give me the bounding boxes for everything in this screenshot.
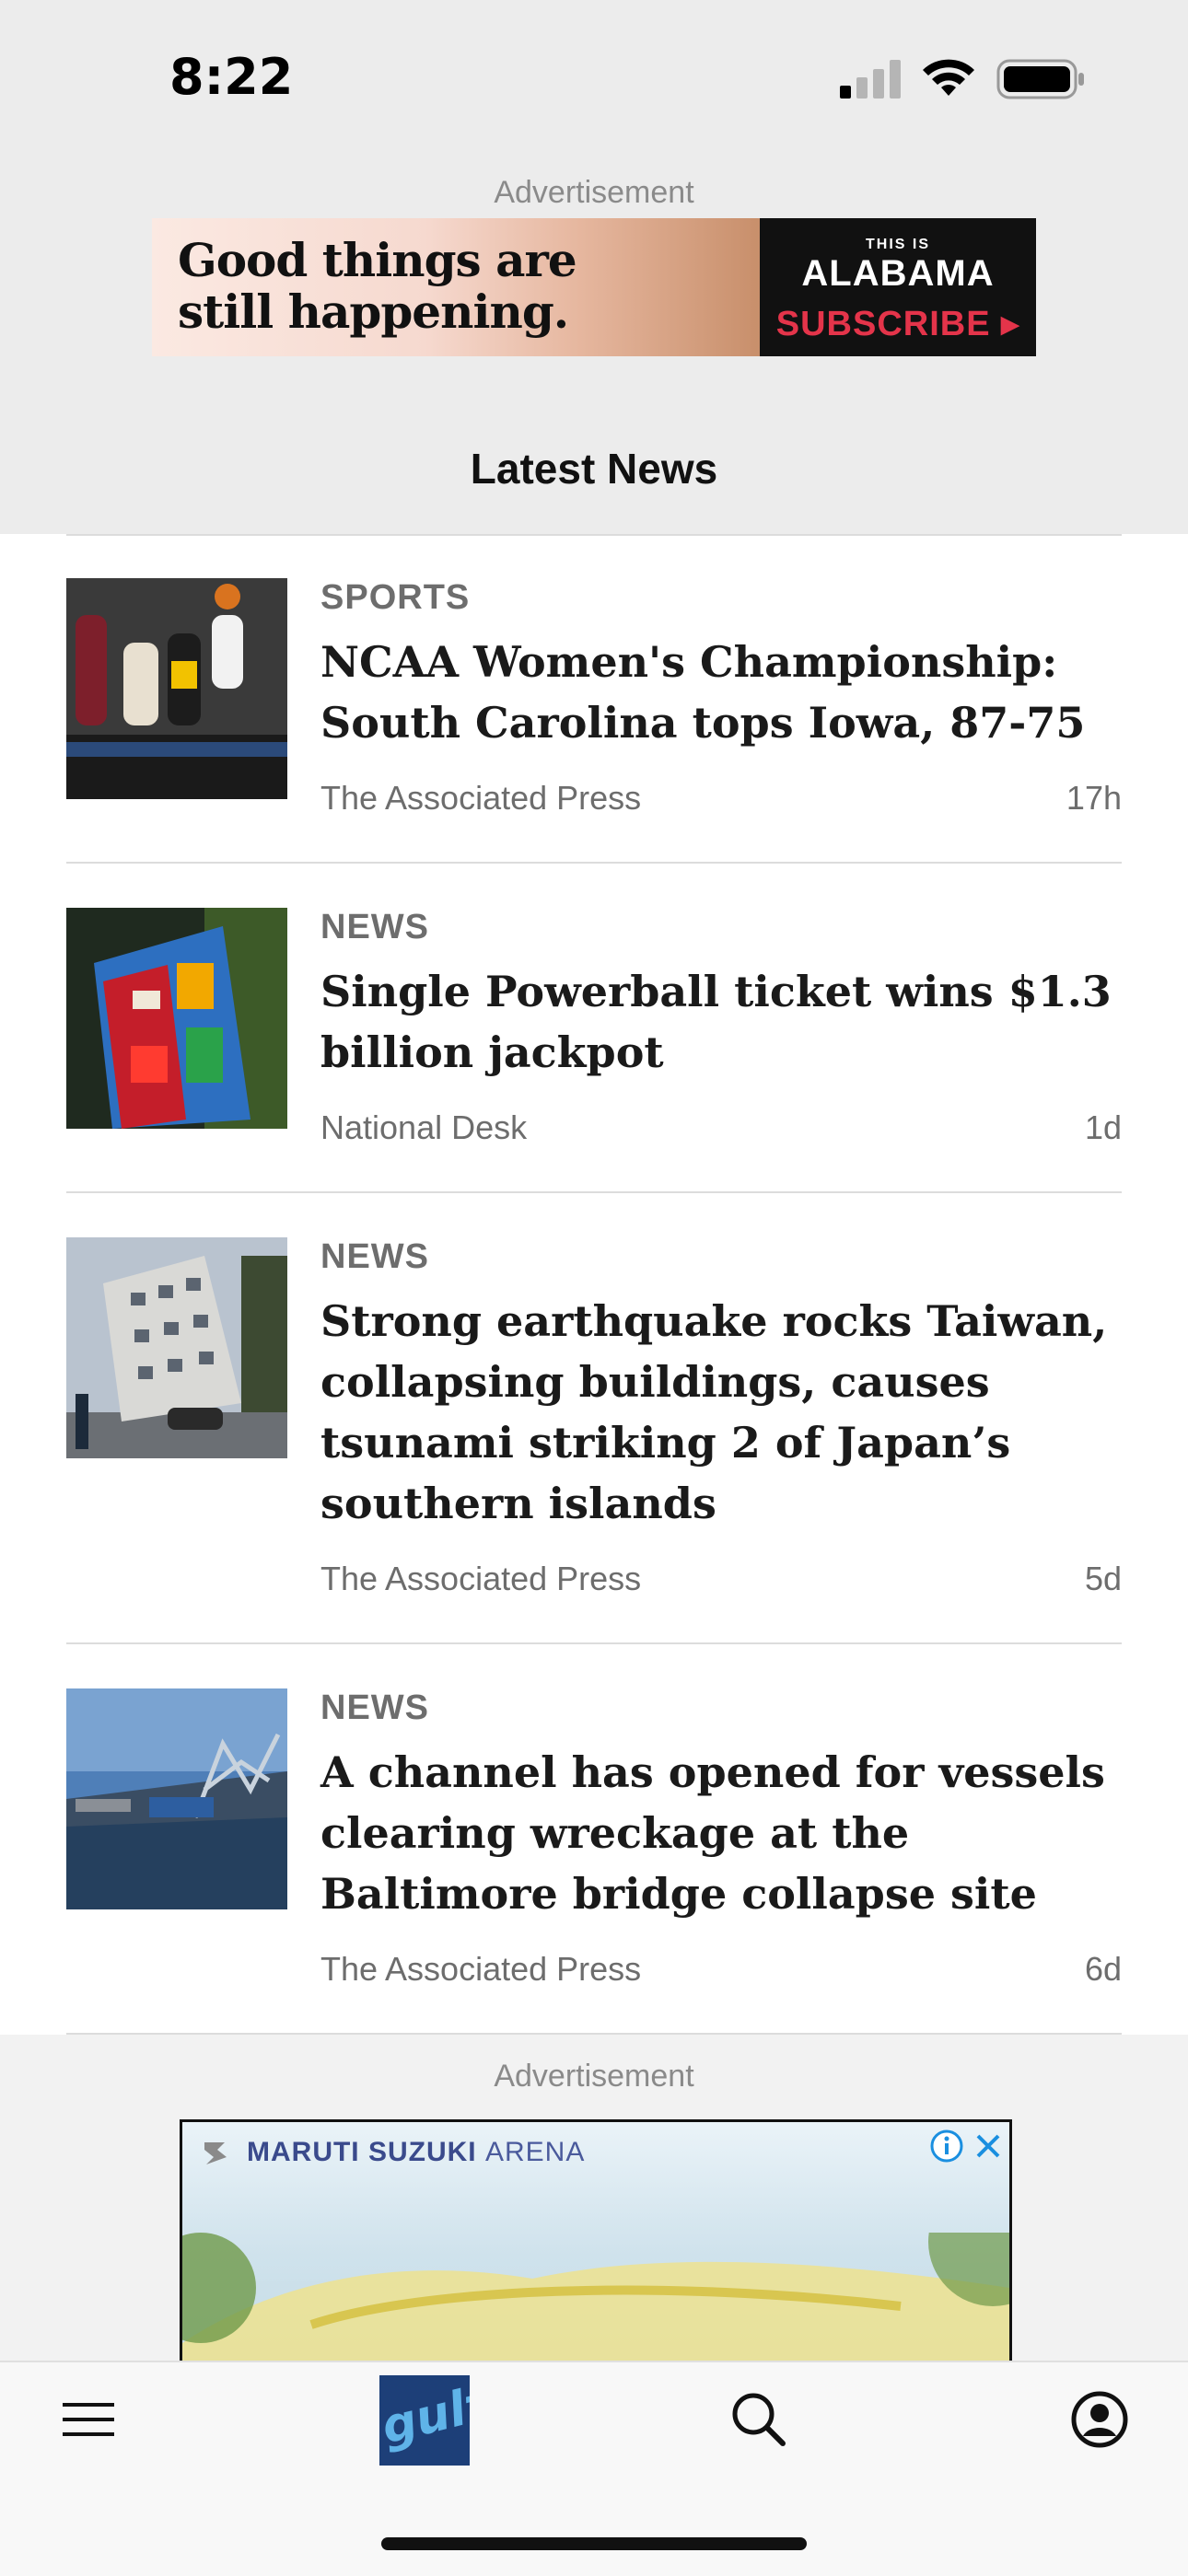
bridge-wreckage-photo xyxy=(66,1688,287,1909)
article-headline[interactable]: Single Powerball ticket wins $1.3 billio… xyxy=(320,961,1112,1083)
ad-label: Advertisement xyxy=(494,175,694,210)
bottom-ad-banner[interactable]: MARUTI SUZUKI ARENA xyxy=(180,2119,1012,2365)
page-title: Latest News xyxy=(470,445,718,493)
ad-image: Good things are still happening. xyxy=(152,218,760,356)
article-age: 1d xyxy=(1084,1108,1122,1146)
ad-subscribe-cta[interactable]: SUBSCRIBE ▸ xyxy=(760,303,1036,344)
article-source: National Desk xyxy=(320,1108,528,1146)
gulf-logo-button[interactable]: gulf xyxy=(379,2375,470,2466)
article-category: NEWS xyxy=(320,908,429,946)
article-source: The Associated Press xyxy=(320,1560,642,1597)
status-icons xyxy=(840,59,1085,99)
hamburger-menu-icon[interactable] xyxy=(61,2399,116,2440)
ad-brand: MARUTI SUZUKI ARENA xyxy=(247,2137,585,2168)
wifi-icon xyxy=(923,59,974,96)
article-category: NEWS xyxy=(320,1237,429,1276)
ad-headline-line2: still happening. xyxy=(178,284,569,339)
ad-brand: THIS IS ALABAMA xyxy=(760,237,1036,295)
article-headline[interactable]: A channel has opened for vessels clearin… xyxy=(320,1742,1112,1924)
article-headline[interactable]: NCAA Women's Championship: South Carolin… xyxy=(320,632,1112,753)
tilted-building-photo xyxy=(66,1237,287,1458)
article-age: 6d xyxy=(1084,1950,1122,1988)
ad-brand-name: MARUTI SUZUKI xyxy=(247,2137,477,2167)
car-image xyxy=(182,2233,1009,2365)
top-ad-banner[interactable]: Good things are still happening. THIS IS… xyxy=(152,218,1036,356)
account-icon[interactable] xyxy=(1070,2390,1129,2449)
ad-info-icon[interactable] xyxy=(928,2128,965,2164)
ad-headline: Good things are still happening. xyxy=(178,235,577,338)
ad-brand-suffix: ARENA xyxy=(485,2137,586,2167)
divider xyxy=(66,534,1122,536)
article-source: The Associated Press xyxy=(320,779,642,817)
status-time: 8:22 xyxy=(169,48,294,106)
divider xyxy=(66,1642,1122,1644)
ad-headline-line1: Good things are xyxy=(178,233,577,287)
article-headline[interactable]: Strong earthquake rocks Taiwan, collapsi… xyxy=(320,1291,1112,1534)
cellular-signal-icon xyxy=(840,60,901,99)
article-age: 5d xyxy=(1084,1560,1122,1597)
article-age: 17h xyxy=(1066,779,1122,817)
article-category: NEWS xyxy=(320,1688,429,1727)
suzuki-logo-icon xyxy=(204,2142,227,2164)
battery-icon xyxy=(996,59,1084,99)
article-category: SPORTS xyxy=(320,578,471,617)
home-indicator[interactable] xyxy=(381,2537,807,2550)
ad-brand-name: ALABAMA xyxy=(801,253,995,294)
powerball-sign-photo xyxy=(66,908,287,1129)
status-bar: 8:22 xyxy=(0,0,1188,157)
ad-close-icon[interactable] xyxy=(973,2130,1004,2162)
ad-brand-panel: THIS IS ALABAMA SUBSCRIBE ▸ xyxy=(760,218,1036,356)
article-source: The Associated Press xyxy=(320,1950,642,1988)
divider xyxy=(66,862,1122,864)
ad-choices xyxy=(928,2128,1004,2164)
basketball-photo xyxy=(66,578,287,799)
divider xyxy=(66,1191,1122,1193)
gulf-logo-text: gulf xyxy=(379,2376,470,2455)
ad-label: Advertisement xyxy=(494,2059,694,2094)
search-icon[interactable] xyxy=(729,2390,788,2449)
ad-brand-small: THIS IS xyxy=(865,237,930,252)
